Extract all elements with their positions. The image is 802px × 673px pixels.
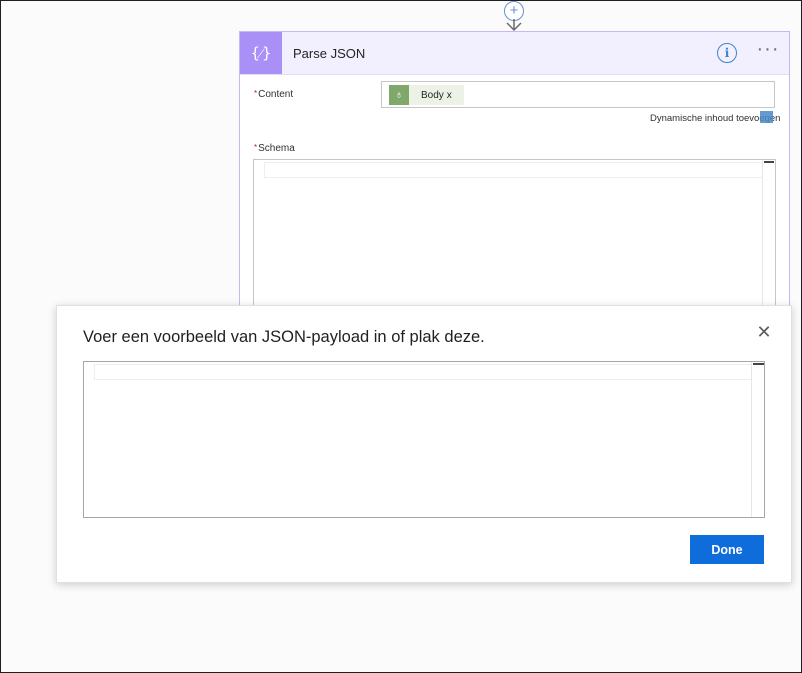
card-title: Parse JSON: [293, 46, 366, 61]
parse-json-icon: {⁄}: [240, 32, 282, 74]
info-icon[interactable]: i: [717, 43, 737, 63]
more-options-icon[interactable]: ···: [756, 39, 780, 62]
content-label-text: Content: [258, 89, 294, 100]
arrow-down-icon: [506, 19, 522, 32]
content-label: *Content: [254, 89, 293, 100]
canvas: + {⁄} Parse JSON i ··· *Content ♁ Body x…: [0, 0, 802, 673]
required-mark: *: [254, 89, 258, 98]
editor-current-line: [94, 364, 752, 380]
close-icon[interactable]: ✕: [755, 323, 773, 341]
payload-scrollbar[interactable]: [751, 362, 765, 517]
sample-payload-input[interactable]: [83, 361, 765, 518]
scrollbar-thumb[interactable]: [764, 161, 774, 163]
schema-label: *Schema: [254, 143, 295, 154]
schema-label-text: Schema: [258, 143, 295, 154]
token-remove-button[interactable]: x: [447, 90, 452, 101]
dialog-title: Voer een voorbeeld van JSON-payload in o…: [83, 328, 485, 346]
content-input[interactable]: ♁ Body x: [381, 81, 775, 108]
token-label: Body: [421, 89, 444, 101]
bulb-icon: ♁: [389, 85, 409, 105]
body-token[interactable]: ♁ Body x: [389, 85, 464, 105]
sample-payload-dialog: Voer een voorbeeld van JSON-payload in o…: [56, 305, 792, 583]
done-button[interactable]: Done: [690, 535, 764, 564]
required-mark: *: [254, 143, 258, 152]
editor-current-line: [264, 162, 763, 178]
card-header[interactable]: {⁄} Parse JSON i ···: [240, 32, 789, 75]
scrollbar-thumb[interactable]: [753, 363, 764, 365]
dynamic-content-badge[interactable]: [760, 111, 773, 123]
